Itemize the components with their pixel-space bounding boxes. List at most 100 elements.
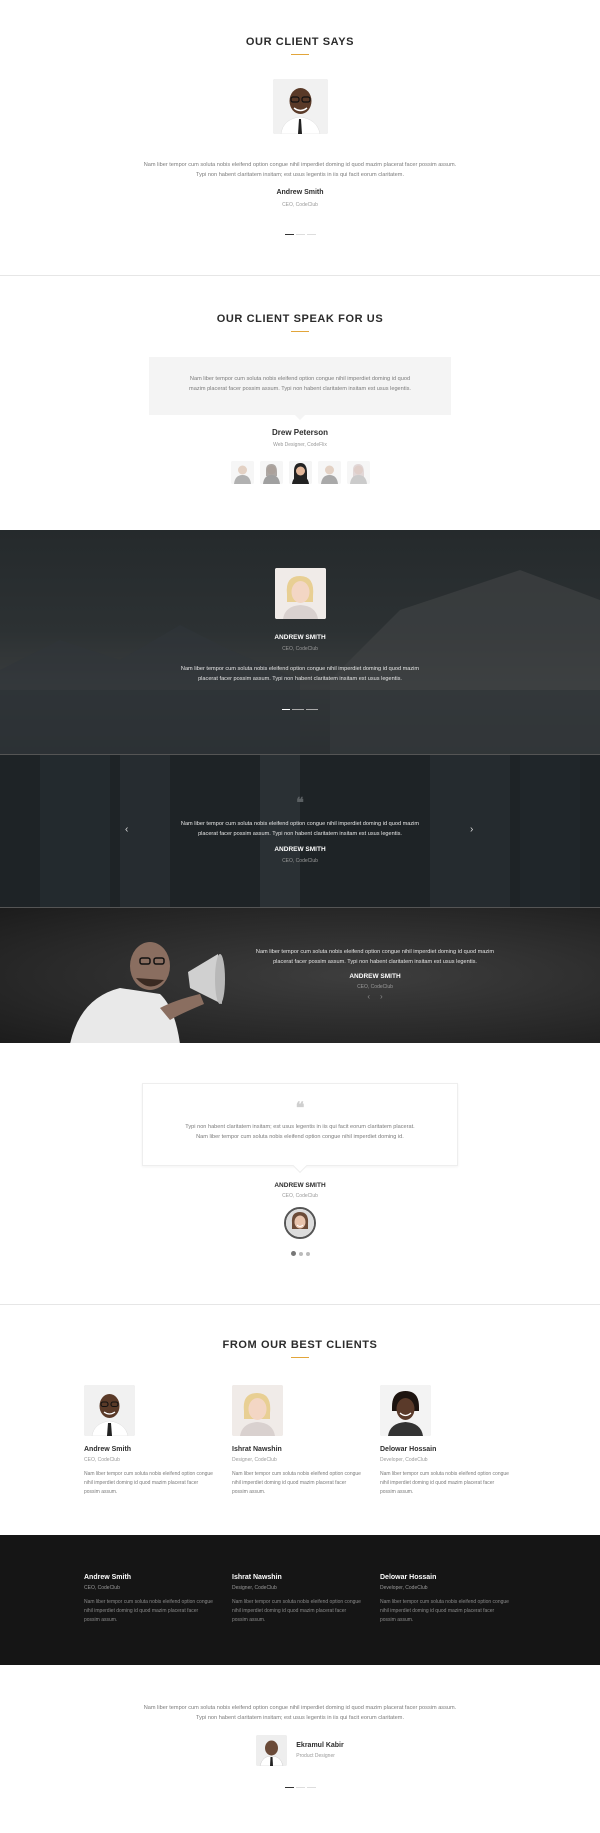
client-role: CEO, CodeClub (84, 1585, 120, 1591)
slider-pagination (0, 234, 600, 235)
testimonial-text-line1: Nam liber tempor cum soluta nobis eleife… (180, 821, 420, 827)
slider-pagination (0, 1787, 600, 1788)
slider-dot-2[interactable] (295, 234, 305, 235)
person-glasses-photo-icon (84, 1385, 135, 1436)
slider-dot-3[interactable] (306, 1787, 316, 1788)
megaphone-testimonial-section: Nam liber tempor cum soluta nobis eleife… (0, 907, 600, 1043)
person-photo-icon (346, 461, 370, 484)
testimonial-text-line1: Nam liber tempor cum soluta nobis eleife… (143, 162, 457, 168)
client-text: Nam liber tempor cum soluta nobis eleife… (84, 1471, 213, 1495)
client-name: Delowar Hossain (380, 1446, 437, 1453)
man-photo-icon (256, 1735, 288, 1766)
client-role: Designer, CodeClub (232, 1585, 277, 1591)
client-name: ANDREW SMITH (274, 634, 326, 641)
person-photo-icon (317, 461, 341, 484)
client-name: Ishrat Nawshin (232, 1446, 282, 1453)
client-name: Ishrat Nawshin (232, 1574, 282, 1581)
testimonial-text-line1: Nam liber tempor cum soluta nobis eleife… (189, 376, 411, 382)
testimonial-text-line1: Nam liber tempor cum soluta nobis eleife… (143, 1705, 457, 1711)
client-avatar (256, 1735, 288, 1766)
client-speak-section: OUR CLIENT SPEAK FOR US Nam liber tempor… (0, 276, 600, 530)
prev-arrow[interactable]: ‹ (367, 992, 370, 1001)
person-photo-icon (259, 461, 283, 484)
client-avatar (232, 1385, 283, 1436)
next-arrow[interactable]: › (470, 824, 473, 835)
client-thumb-4[interactable] (317, 461, 341, 484)
slider-dot-3[interactable] (305, 1251, 310, 1256)
slider-arrows: ‹ › (225, 992, 525, 1001)
testimonial-text-line1: Typi non habent claritatem insitam; est … (185, 1124, 415, 1130)
client-info: Ekramul Kabir Product Designer (0, 1735, 600, 1766)
client-card: Andrew Smith CEO, CodeClub Nam liber tem… (84, 1385, 214, 1497)
woman-photo-icon (274, 568, 326, 619)
client-role: CEO, CodeClub (282, 646, 318, 652)
quote-card-section: ❝ Typi non habent claritatem insitam; es… (0, 1043, 600, 1305)
box-pointer (295, 415, 305, 420)
slider-dot-1[interactable] (282, 709, 290, 710)
client-role: Designer, CodeClub (232, 1457, 277, 1463)
slider-dot-3[interactable] (306, 709, 318, 710)
testimonial-text-line1: Nam liber tempor cum soluta nobis eleife… (180, 666, 420, 672)
client-thumb-5[interactable] (346, 461, 370, 484)
client-role: CEO, CodeClub (357, 984, 393, 990)
slider-dot-1[interactable] (290, 1251, 296, 1256)
client-name: Andrew Smith (84, 1574, 132, 1581)
woman-photo-icon (286, 1209, 314, 1237)
slider-dot-2[interactable] (295, 1787, 305, 1788)
client-thumb-1[interactable] (230, 461, 254, 484)
client-text: Nam liber tempor cum soluta nobis eleife… (232, 1599, 361, 1623)
person-photo-icon (288, 461, 312, 484)
dark-clients-section: Andrew Smith CEO, CodeClub Nam liber tem… (0, 1535, 600, 1665)
client-thumb-3-active[interactable] (288, 461, 312, 484)
client-role: CEO, CodeClub (282, 858, 318, 864)
testimonial-text-line2: Nam liber tempor cum soluta nobis eleife… (196, 1134, 404, 1140)
client-text: Nam liber tempor cum soluta nobis eleife… (380, 1599, 509, 1623)
client-name: Andrew Smith (276, 189, 324, 196)
next-arrow[interactable]: › (380, 992, 383, 1001)
client-role: Web Designer, CodeFlix (273, 442, 327, 448)
client-says-section: OUR CLIENT SAYS Nam liber tempor cum sol… (0, 0, 600, 276)
client-role: CEO, CodeClub (282, 202, 318, 208)
testimonial-text-line2: mazim placerat facer possim assum. Typi … (189, 386, 411, 392)
title-underline (291, 54, 309, 55)
client-name: Ekramul Kabir (296, 1742, 344, 1749)
prev-arrow[interactable]: ‹ (125, 824, 128, 835)
client-name: Drew Peterson (271, 428, 329, 437)
slider-dot-3[interactable] (306, 234, 316, 235)
slider-dot-1[interactable] (284, 234, 294, 235)
client-name: ANDREW SMITH (349, 973, 401, 980)
person-glasses-photo-icon (272, 79, 328, 134)
woman-photo-icon (380, 1385, 431, 1436)
client-card: Delowar Hossain Developer, CodeClub Nam … (380, 1385, 510, 1497)
quote-card: ❝ Typi non habent claritatem insitam; es… (142, 1083, 458, 1174)
testimonial-text-line2: placerat facer possim assum. Typi non ha… (198, 676, 402, 682)
client-role: Product Designer (296, 1753, 335, 1759)
quote-icon: ❝ (295, 1098, 305, 1117)
page: OUR CLIENT SAYS Nam liber tempor cum sol… (0, 0, 600, 1833)
client-role: CEO, CodeClub (84, 1457, 120, 1463)
client-name: ANDREW SMITH (274, 1182, 326, 1189)
final-testimonial-section: Nam liber tempor cum soluta nobis eleife… (0, 1665, 600, 1813)
testimonial-text-line1: Nam liber tempor cum soluta nobis eleife… (255, 949, 495, 955)
client-card: Andrew Smith CEO, CodeClub Nam liber tem… (84, 1574, 214, 1625)
section-title: OUR CLIENT SAYS (245, 36, 355, 48)
slider-dot-2[interactable] (292, 709, 304, 710)
slider-pagination (0, 1251, 600, 1256)
client-name: Delowar Hossain (380, 1574, 437, 1581)
client-avatar (272, 79, 328, 134)
title-underline (291, 331, 309, 332)
card-pointer (292, 1158, 308, 1174)
client-avatar (84, 1385, 135, 1436)
slider-pagination (0, 709, 600, 710)
title-underline (291, 1357, 309, 1358)
quote-icon: ❝ (296, 795, 304, 811)
testimonial-box: Nam liber tempor cum soluta nobis eleife… (149, 357, 451, 420)
client-avatar (380, 1385, 431, 1436)
client-card: Delowar Hossain Developer, CodeClub Nam … (380, 1574, 510, 1625)
client-thumb-2[interactable] (259, 461, 283, 484)
best-clients-section: FROM OUR BEST CLIENTS Andrew Smith CEO, … (0, 1305, 600, 1535)
client-text: Nam liber tempor cum soluta nobis eleife… (84, 1599, 213, 1623)
slider-dot-2[interactable] (298, 1251, 303, 1256)
woman-photo-icon (232, 1385, 283, 1436)
slider-dot-1[interactable] (284, 1787, 294, 1788)
